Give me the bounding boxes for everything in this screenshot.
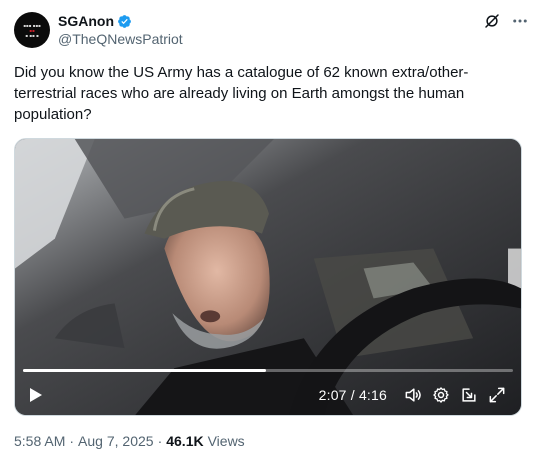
video-controls: 2:07 / 4:16 bbox=[15, 375, 521, 415]
meta-separator: · bbox=[157, 433, 163, 449]
volume-icon[interactable] bbox=[403, 385, 423, 405]
video-progress-bar[interactable] bbox=[23, 369, 513, 372]
video-progress-fill bbox=[23, 369, 267, 372]
video-time: 2:07 / 4:16 bbox=[318, 387, 387, 403]
display-name[interactable]: SGAnon bbox=[58, 13, 114, 29]
fullscreen-icon[interactable] bbox=[487, 385, 507, 405]
pip-icon[interactable] bbox=[459, 385, 479, 405]
tweet-text: Did you know the US Army has a catalogue… bbox=[14, 64, 469, 123]
tweet-date[interactable]: Aug 7, 2025 bbox=[78, 433, 154, 449]
more-icon[interactable] bbox=[511, 12, 529, 30]
avatar[interactable]: ▪▪▪ ▪▪▪ ▪▪ ▪ ▪▪ ▪ bbox=[14, 12, 50, 48]
play-icon[interactable] bbox=[29, 387, 43, 403]
meta-separator: · bbox=[69, 433, 75, 449]
tweet-card[interactable]: ▪▪▪ ▪▪▪ ▪▪ ▪ ▪▪ ▪ SGAnon @TheQNewsPatrio… bbox=[0, 0, 543, 457]
grok-icon[interactable] bbox=[483, 12, 501, 30]
settings-icon[interactable] bbox=[431, 385, 451, 405]
views-count[interactable]: 46.1K bbox=[166, 433, 203, 449]
verified-badge-icon bbox=[118, 14, 131, 28]
tweet-header: SGAnon @TheQNewsPatriot bbox=[58, 12, 529, 52]
video-player[interactable]: 2:07 / 4:16 bbox=[14, 138, 522, 416]
tweet-meta: 5:58 AM · Aug 7, 2025 · 46.1K Views bbox=[14, 433, 245, 449]
handle[interactable]: @TheQNewsPatriot bbox=[58, 31, 529, 47]
tweet-time[interactable]: 5:58 AM bbox=[14, 433, 65, 449]
views-label: Views bbox=[207, 433, 245, 449]
